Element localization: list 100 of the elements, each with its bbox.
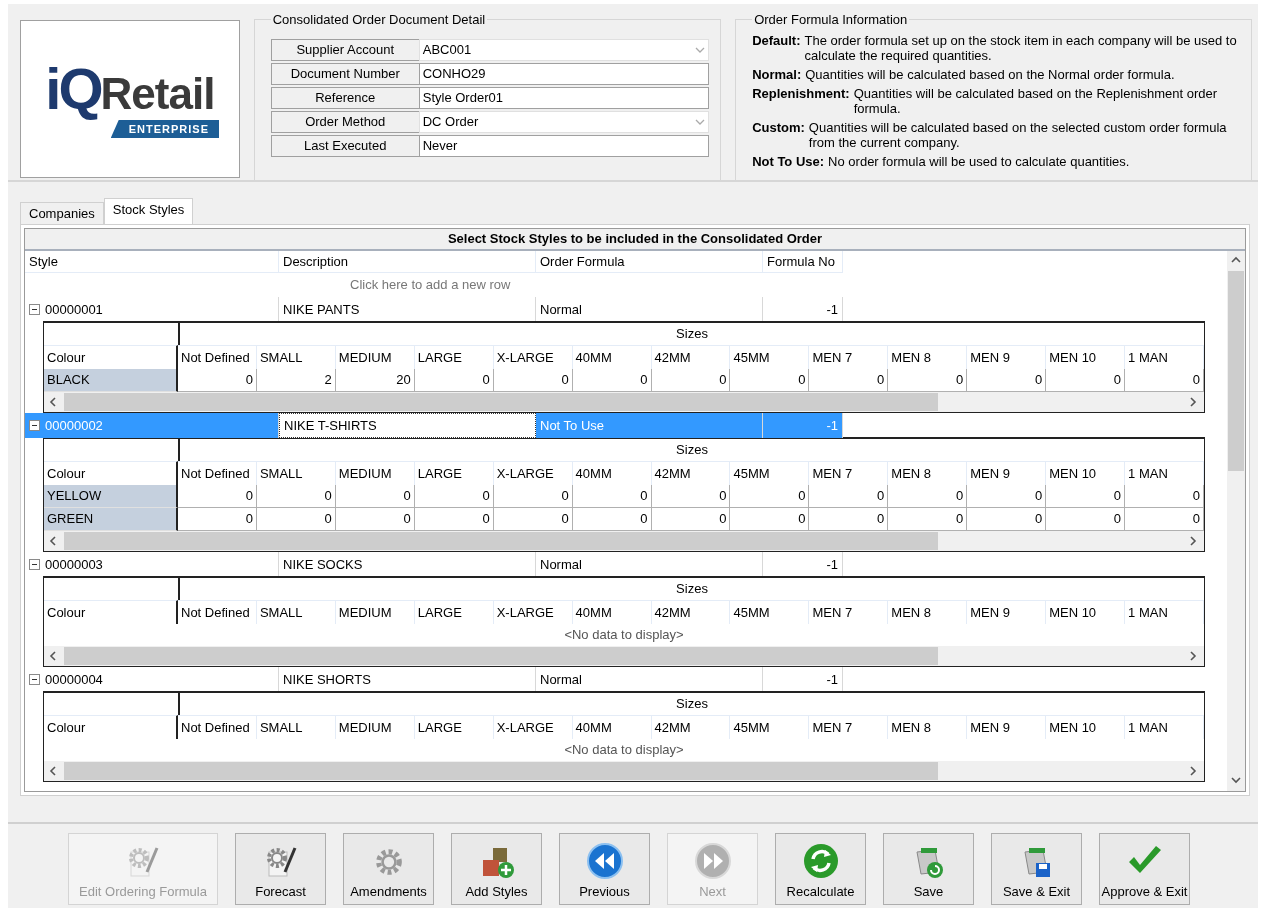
column-header: 42MM bbox=[651, 600, 731, 624]
column-header: 45MM bbox=[730, 715, 810, 739]
dropdown-field[interactable]: ABC001 bbox=[418, 39, 709, 61]
toolbar-button[interactable]: Save & Exit bbox=[991, 833, 1082, 905]
toolbar-button[interactable]: Add Styles bbox=[451, 833, 542, 905]
quantity-cell[interactable]: 0 bbox=[967, 485, 1047, 508]
group-title: Consolidated Order Document Detail bbox=[271, 12, 487, 27]
column-header: MEN 10 bbox=[1046, 461, 1126, 485]
scrollbar-thumb[interactable] bbox=[1228, 271, 1244, 471]
quantity-cell[interactable]: 0 bbox=[651, 485, 731, 508]
quantity-cell[interactable]: 0 bbox=[414, 485, 494, 508]
column-header: Not Defined bbox=[178, 461, 257, 485]
column-header: 40MM bbox=[572, 461, 652, 485]
definition-term: Default: bbox=[752, 33, 801, 50]
scrollbar-thumb[interactable] bbox=[64, 393, 938, 411]
column-header: MEDIUM bbox=[335, 600, 415, 624]
logo-name: Retail bbox=[100, 72, 215, 116]
scroll-down-icon[interactable] bbox=[1231, 776, 1241, 786]
column-header: 40MM bbox=[572, 600, 652, 624]
toolbar-button[interactable]: Recalculate bbox=[775, 833, 866, 905]
vertical-scrollbar[interactable] bbox=[1227, 251, 1245, 791]
dropdown-icon bbox=[694, 46, 705, 54]
scroll-left-icon[interactable] bbox=[49, 766, 59, 776]
field-label: Reference bbox=[270, 87, 419, 109]
column-header: LARGE bbox=[414, 461, 494, 485]
column-header: 42MM bbox=[651, 345, 731, 369]
scroll-right-icon[interactable] bbox=[1189, 536, 1199, 546]
column-header[interactable]: Description bbox=[279, 251, 536, 273]
column-header: MEDIUM bbox=[335, 345, 415, 369]
column-header: MEN 10 bbox=[1046, 600, 1126, 624]
quantity-cell[interactable]: 0 bbox=[493, 485, 573, 508]
quantity-cell[interactable]: 0 bbox=[809, 485, 889, 508]
column-header[interactable]: Style bbox=[25, 251, 279, 273]
quantity-cell[interactable]: 0 bbox=[1125, 485, 1204, 508]
column-header[interactable]: Order Formula bbox=[536, 251, 763, 273]
quantity-cell[interactable]: 0 bbox=[888, 485, 968, 508]
quantity-cell[interactable]: 0 bbox=[335, 485, 415, 508]
column-header[interactable]: Formula No bbox=[763, 251, 843, 273]
tab[interactable]: Companies bbox=[20, 202, 104, 224]
toolbar-button[interactable]: Save bbox=[883, 833, 974, 905]
column-header: SMALL bbox=[256, 715, 336, 739]
collapse-icon[interactable] bbox=[29, 420, 40, 431]
quantity-cell[interactable]: 0 bbox=[1046, 485, 1126, 508]
input-field[interactable]: CONHO29 bbox=[418, 63, 709, 85]
horizontal-scrollbar[interactable] bbox=[44, 392, 1204, 412]
column-group-header: Sizes bbox=[178, 578, 1204, 600]
tab[interactable]: Stock Styles bbox=[103, 198, 194, 224]
collapse-icon[interactable] bbox=[29, 303, 40, 315]
scroll-right-icon[interactable] bbox=[1189, 397, 1199, 407]
dropdown-field[interactable]: DC Order bbox=[418, 111, 709, 133]
column-header: Not Defined bbox=[178, 345, 257, 369]
scrollbar-thumb[interactable] bbox=[64, 647, 938, 665]
scrollbar-thumb[interactable] bbox=[64, 762, 938, 780]
definition-text: Quantities will be calculated based on the Normal order formula. bbox=[805, 67, 1175, 82]
toolbar-button[interactable]: Previous bbox=[559, 833, 650, 905]
quantity-cell[interactable]: 0 bbox=[730, 485, 810, 508]
scroll-left-icon[interactable] bbox=[49, 397, 59, 407]
scroll-left-icon[interactable] bbox=[49, 536, 59, 546]
column-header: MEDIUM bbox=[335, 461, 415, 485]
scrollbar-thumb[interactable] bbox=[64, 532, 938, 550]
new-row-prompt[interactable]: Click here to add a new row bbox=[350, 277, 511, 292]
toolbar-button[interactable]: Approve & Exit bbox=[1099, 833, 1190, 905]
table-cell[interactable]: NIKE T-SHIRTS bbox=[279, 413, 536, 438]
toolbar-button[interactable]: Amendments bbox=[343, 833, 434, 905]
quantity-cell[interactable]: 0 bbox=[256, 485, 336, 508]
toolbar-button[interactable]: Forecast bbox=[235, 833, 326, 905]
collapse-icon[interactable] bbox=[29, 673, 40, 685]
column-header: MEN 8 bbox=[888, 715, 968, 739]
group-title: Order Formula Information bbox=[753, 12, 909, 27]
definition-term: Replenishment: bbox=[752, 86, 850, 103]
quantity-cell[interactable]: 0 bbox=[178, 485, 257, 508]
column-group-header: Sizes bbox=[178, 693, 1204, 715]
column-header: X-LARGE bbox=[493, 600, 573, 624]
scroll-right-icon[interactable] bbox=[1189, 766, 1199, 776]
horizontal-scrollbar[interactable] bbox=[44, 646, 1204, 666]
horizontal-scrollbar[interactable] bbox=[44, 531, 1204, 551]
column-header: MEN 8 bbox=[888, 345, 968, 369]
scroll-left-icon[interactable] bbox=[49, 651, 59, 661]
input-field[interactable]: Style Order01 bbox=[418, 87, 709, 109]
column-header: Not Defined bbox=[178, 715, 257, 739]
logo-mark: iQ bbox=[45, 60, 101, 118]
column-header: MEN 7 bbox=[809, 345, 889, 369]
column-header: SMALL bbox=[256, 345, 336, 369]
collapse-icon[interactable] bbox=[29, 558, 40, 570]
column-header: LARGE bbox=[414, 715, 494, 739]
row-header-cell: BLACK bbox=[44, 369, 178, 392]
column-header: MEN 9 bbox=[967, 461, 1047, 485]
scroll-right-icon[interactable] bbox=[1189, 651, 1199, 661]
column-header: MEN 9 bbox=[967, 715, 1047, 739]
row-header-cell: YELLOW bbox=[44, 485, 178, 508]
column-header: SMALL bbox=[256, 461, 336, 485]
column-header: X-LARGE bbox=[493, 345, 573, 369]
input-field[interactable]: Never bbox=[418, 135, 709, 157]
column-header: 45MM bbox=[730, 345, 810, 369]
column-header: 1 MAN bbox=[1125, 461, 1204, 485]
quantity-cell[interactable]: 0 bbox=[572, 485, 652, 508]
horizontal-scrollbar[interactable] bbox=[44, 761, 1204, 781]
column-header: 42MM bbox=[651, 715, 731, 739]
fast-forward-icon bbox=[693, 842, 732, 880]
column-header: MEN 9 bbox=[967, 600, 1047, 624]
